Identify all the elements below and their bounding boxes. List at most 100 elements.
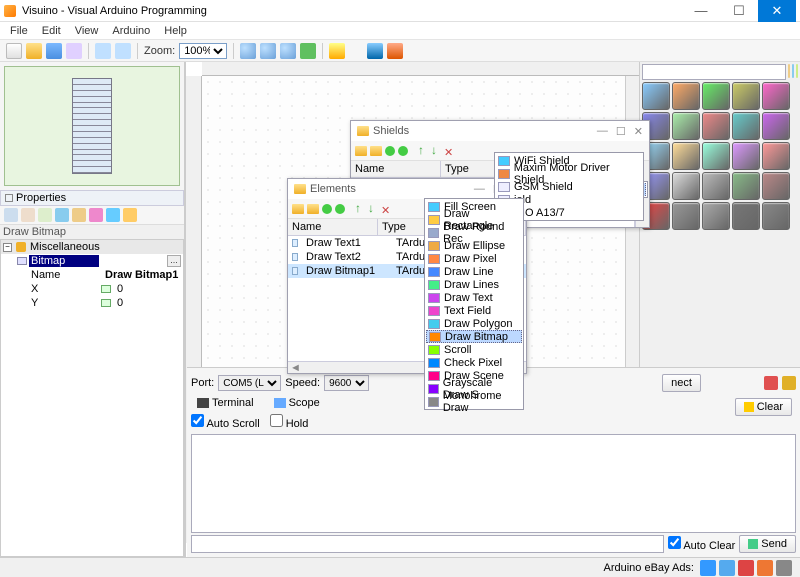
- palette-component[interactable]: [762, 202, 790, 230]
- down-icon[interactable]: ↓: [368, 204, 378, 214]
- folder-icon[interactable]: [355, 146, 367, 156]
- zoom-in-icon[interactable]: [240, 43, 256, 59]
- palette-component[interactable]: [732, 172, 760, 200]
- palette-component[interactable]: [762, 82, 790, 110]
- social-icon[interactable]: [700, 560, 716, 576]
- settings-icon[interactable]: [782, 376, 796, 390]
- popup-item[interactable]: Text Field: [426, 304, 522, 317]
- prop-tool-icon[interactable]: [72, 208, 86, 222]
- save-file-icon[interactable]: [46, 43, 62, 59]
- palette-component[interactable]: [732, 202, 760, 230]
- folder-icon[interactable]: [292, 204, 304, 214]
- dialog-titlebar[interactable]: Shields — ☐ ✕: [351, 121, 649, 141]
- prop-tool-icon[interactable]: [123, 208, 137, 222]
- save-all-icon[interactable]: [66, 43, 82, 59]
- autoscroll-checkbox[interactable]: Auto Scroll: [191, 414, 260, 430]
- zoom-out-icon[interactable]: [260, 43, 276, 59]
- social-icon[interactable]: [738, 560, 754, 576]
- palette-component[interactable]: [702, 112, 730, 140]
- property-category[interactable]: − Miscellaneous: [1, 240, 183, 254]
- property-row-bitmap[interactable]: Bitmap …: [1, 254, 183, 268]
- palette-component[interactable]: [642, 82, 670, 110]
- property-row-y[interactable]: Y 0: [1, 296, 183, 310]
- tab-scope[interactable]: Scope: [268, 396, 326, 410]
- collapse-icon[interactable]: [5, 194, 13, 202]
- palette-sort-icon[interactable]: [796, 64, 798, 78]
- palette-component[interactable]: [672, 82, 700, 110]
- connect-button[interactable]: nect: [662, 374, 701, 392]
- menu-edit[interactable]: Edit: [36, 24, 67, 38]
- add-icon[interactable]: [385, 146, 395, 156]
- column-name[interactable]: Name: [351, 161, 441, 177]
- property-row-name[interactable]: Name Draw Bitmap1: [1, 268, 183, 282]
- open-file-icon[interactable]: [26, 43, 42, 59]
- undo-icon[interactable]: [95, 43, 111, 59]
- prop-tool-icon[interactable]: [38, 208, 52, 222]
- palette-component[interactable]: [702, 202, 730, 230]
- palette-component[interactable]: [672, 112, 700, 140]
- up-icon[interactable]: ↑: [355, 204, 365, 214]
- delete-icon[interactable]: ✕: [381, 204, 391, 214]
- prop-tool-icon[interactable]: [106, 208, 120, 222]
- palette-component[interactable]: [672, 142, 700, 170]
- menu-file[interactable]: File: [4, 24, 34, 38]
- zoom-select[interactable]: 100%: [179, 43, 227, 59]
- palette-view-icon[interactable]: [792, 64, 794, 78]
- popup-item[interactable]: Draw Polygon: [426, 317, 522, 330]
- ellipsis-button[interactable]: …: [167, 255, 181, 267]
- popup-item[interactable]: Scroll: [426, 343, 522, 356]
- delete-icon[interactable]: ✕: [444, 146, 454, 156]
- popup-item[interactable]: Maxim Motor Driver Shield: [496, 167, 642, 180]
- port-select[interactable]: COM5 (L: [218, 375, 281, 391]
- popup-item[interactable]: Draw Text: [426, 291, 522, 304]
- palette-search-input[interactable]: [642, 64, 786, 80]
- collapse-icon[interactable]: −: [3, 243, 12, 252]
- add-icon[interactable]: [335, 204, 345, 214]
- clear-button[interactable]: Clear: [735, 398, 792, 416]
- palette-component[interactable]: [732, 112, 760, 140]
- hold-checkbox[interactable]: Hold: [270, 414, 309, 430]
- upload-icon[interactable]: [387, 43, 403, 59]
- popup-item[interactable]: Draw Round Rec: [426, 226, 522, 239]
- close-button[interactable]: ✕: [634, 125, 643, 138]
- palette-component[interactable]: [702, 172, 730, 200]
- prop-tool-icon[interactable]: [4, 208, 18, 222]
- maximize-button[interactable]: ☐: [616, 125, 626, 138]
- console-output[interactable]: [191, 434, 796, 533]
- social-icon[interactable]: [776, 560, 792, 576]
- disconnect-icon[interactable]: [764, 376, 778, 390]
- new-file-icon[interactable]: [6, 43, 22, 59]
- maximize-button[interactable]: ☐: [720, 0, 758, 22]
- palette-component[interactable]: [672, 172, 700, 200]
- tab-terminal[interactable]: Terminal: [191, 396, 260, 410]
- minimize-button[interactable]: —: [597, 125, 608, 138]
- arduino-icon[interactable]: [367, 43, 383, 59]
- folder-icon[interactable]: [307, 204, 319, 214]
- popup-item[interactable]: Draw Lines: [426, 278, 522, 291]
- popup-item[interactable]: Check Pixel: [426, 356, 522, 369]
- popup-item[interactable]: Monohrome Draw: [426, 395, 522, 408]
- folder-icon[interactable]: [370, 146, 382, 156]
- social-icon[interactable]: [719, 560, 735, 576]
- palette-filter-icon[interactable]: [788, 64, 790, 78]
- prop-tool-icon[interactable]: [21, 208, 35, 222]
- up-icon[interactable]: ↑: [418, 146, 428, 156]
- property-value[interactable]: 0: [113, 297, 181, 309]
- menu-view[interactable]: View: [69, 24, 105, 38]
- palette-component[interactable]: [732, 82, 760, 110]
- palette-component[interactable]: [672, 202, 700, 230]
- palette-component[interactable]: [762, 112, 790, 140]
- column-name[interactable]: Name: [288, 219, 378, 235]
- down-icon[interactable]: ↓: [431, 146, 441, 156]
- send-button[interactable]: Send: [739, 535, 796, 553]
- menu-help[interactable]: Help: [158, 24, 193, 38]
- chip-preview[interactable]: [72, 78, 112, 174]
- palette-component[interactable]: [762, 172, 790, 200]
- add-icon[interactable]: [398, 146, 408, 156]
- popup-item[interactable]: Draw Pixel: [426, 252, 522, 265]
- zoom-fit-icon[interactable]: [280, 43, 296, 59]
- palette-component[interactable]: [702, 142, 730, 170]
- draw-elements-popup[interactable]: Fill ScreenDraw RectangleDraw Round RecD…: [424, 198, 524, 410]
- redo-icon[interactable]: [115, 43, 131, 59]
- property-tree[interactable]: − Miscellaneous Bitmap … Name Draw Bitma…: [0, 239, 184, 557]
